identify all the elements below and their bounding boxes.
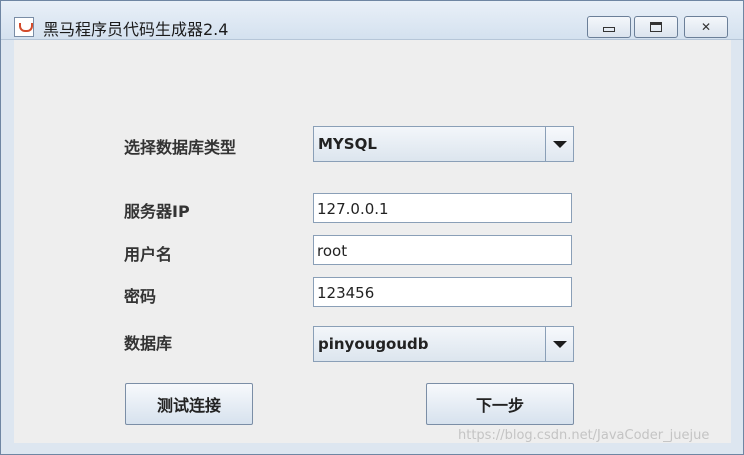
chevron-down-icon — [552, 140, 567, 148]
db-type-value: MYSQL — [318, 135, 377, 153]
app-window: 黑马程序员代码生成器2.4 ✕ 选择数据库类型 MYSQL 服务器IP 127.… — [0, 0, 744, 455]
server-ip-label: 服务器IP — [124, 202, 190, 221]
title-bar[interactable]: 黑马程序员代码生成器2.4 ✕ — [1, 1, 743, 40]
close-icon: ✕ — [700, 20, 712, 34]
maximize-button[interactable] — [634, 16, 678, 38]
maximize-icon — [650, 22, 662, 32]
password-field[interactable]: 123456 — [313, 277, 572, 307]
username-label: 用户名 — [124, 245, 173, 264]
password-label: 密码 — [124, 287, 157, 306]
form-panel: 选择数据库类型 MYSQL 服务器IP 127.0.0.1 用户名 root 密… — [14, 40, 731, 443]
database-label: 数据库 — [124, 334, 173, 353]
chevron-down-icon — [552, 340, 567, 348]
db-type-select[interactable]: MYSQL — [313, 126, 574, 162]
username-field[interactable]: root — [313, 235, 572, 265]
close-button[interactable]: ✕ — [684, 16, 728, 38]
db-type-label: 选择数据库类型 — [124, 138, 237, 157]
database-dropdown-button[interactable] — [545, 327, 573, 361]
minimize-icon — [603, 26, 615, 32]
minimize-button[interactable] — [587, 16, 631, 38]
database-select[interactable]: pinyougoudb — [313, 326, 574, 362]
next-button[interactable]: 下一步 — [426, 383, 574, 425]
watermark: https://blog.csdn.net/JavaCoder_juejue — [458, 428, 710, 443]
db-type-dropdown-button[interactable] — [545, 127, 573, 161]
window-title: 黑马程序员代码生成器2.4 — [43, 20, 229, 39]
database-value: pinyougoudb — [318, 335, 429, 353]
server-ip-field[interactable]: 127.0.0.1 — [313, 193, 572, 223]
test-connection-button[interactable]: 测试连接 — [125, 383, 253, 425]
java-cup-icon — [14, 17, 34, 37]
